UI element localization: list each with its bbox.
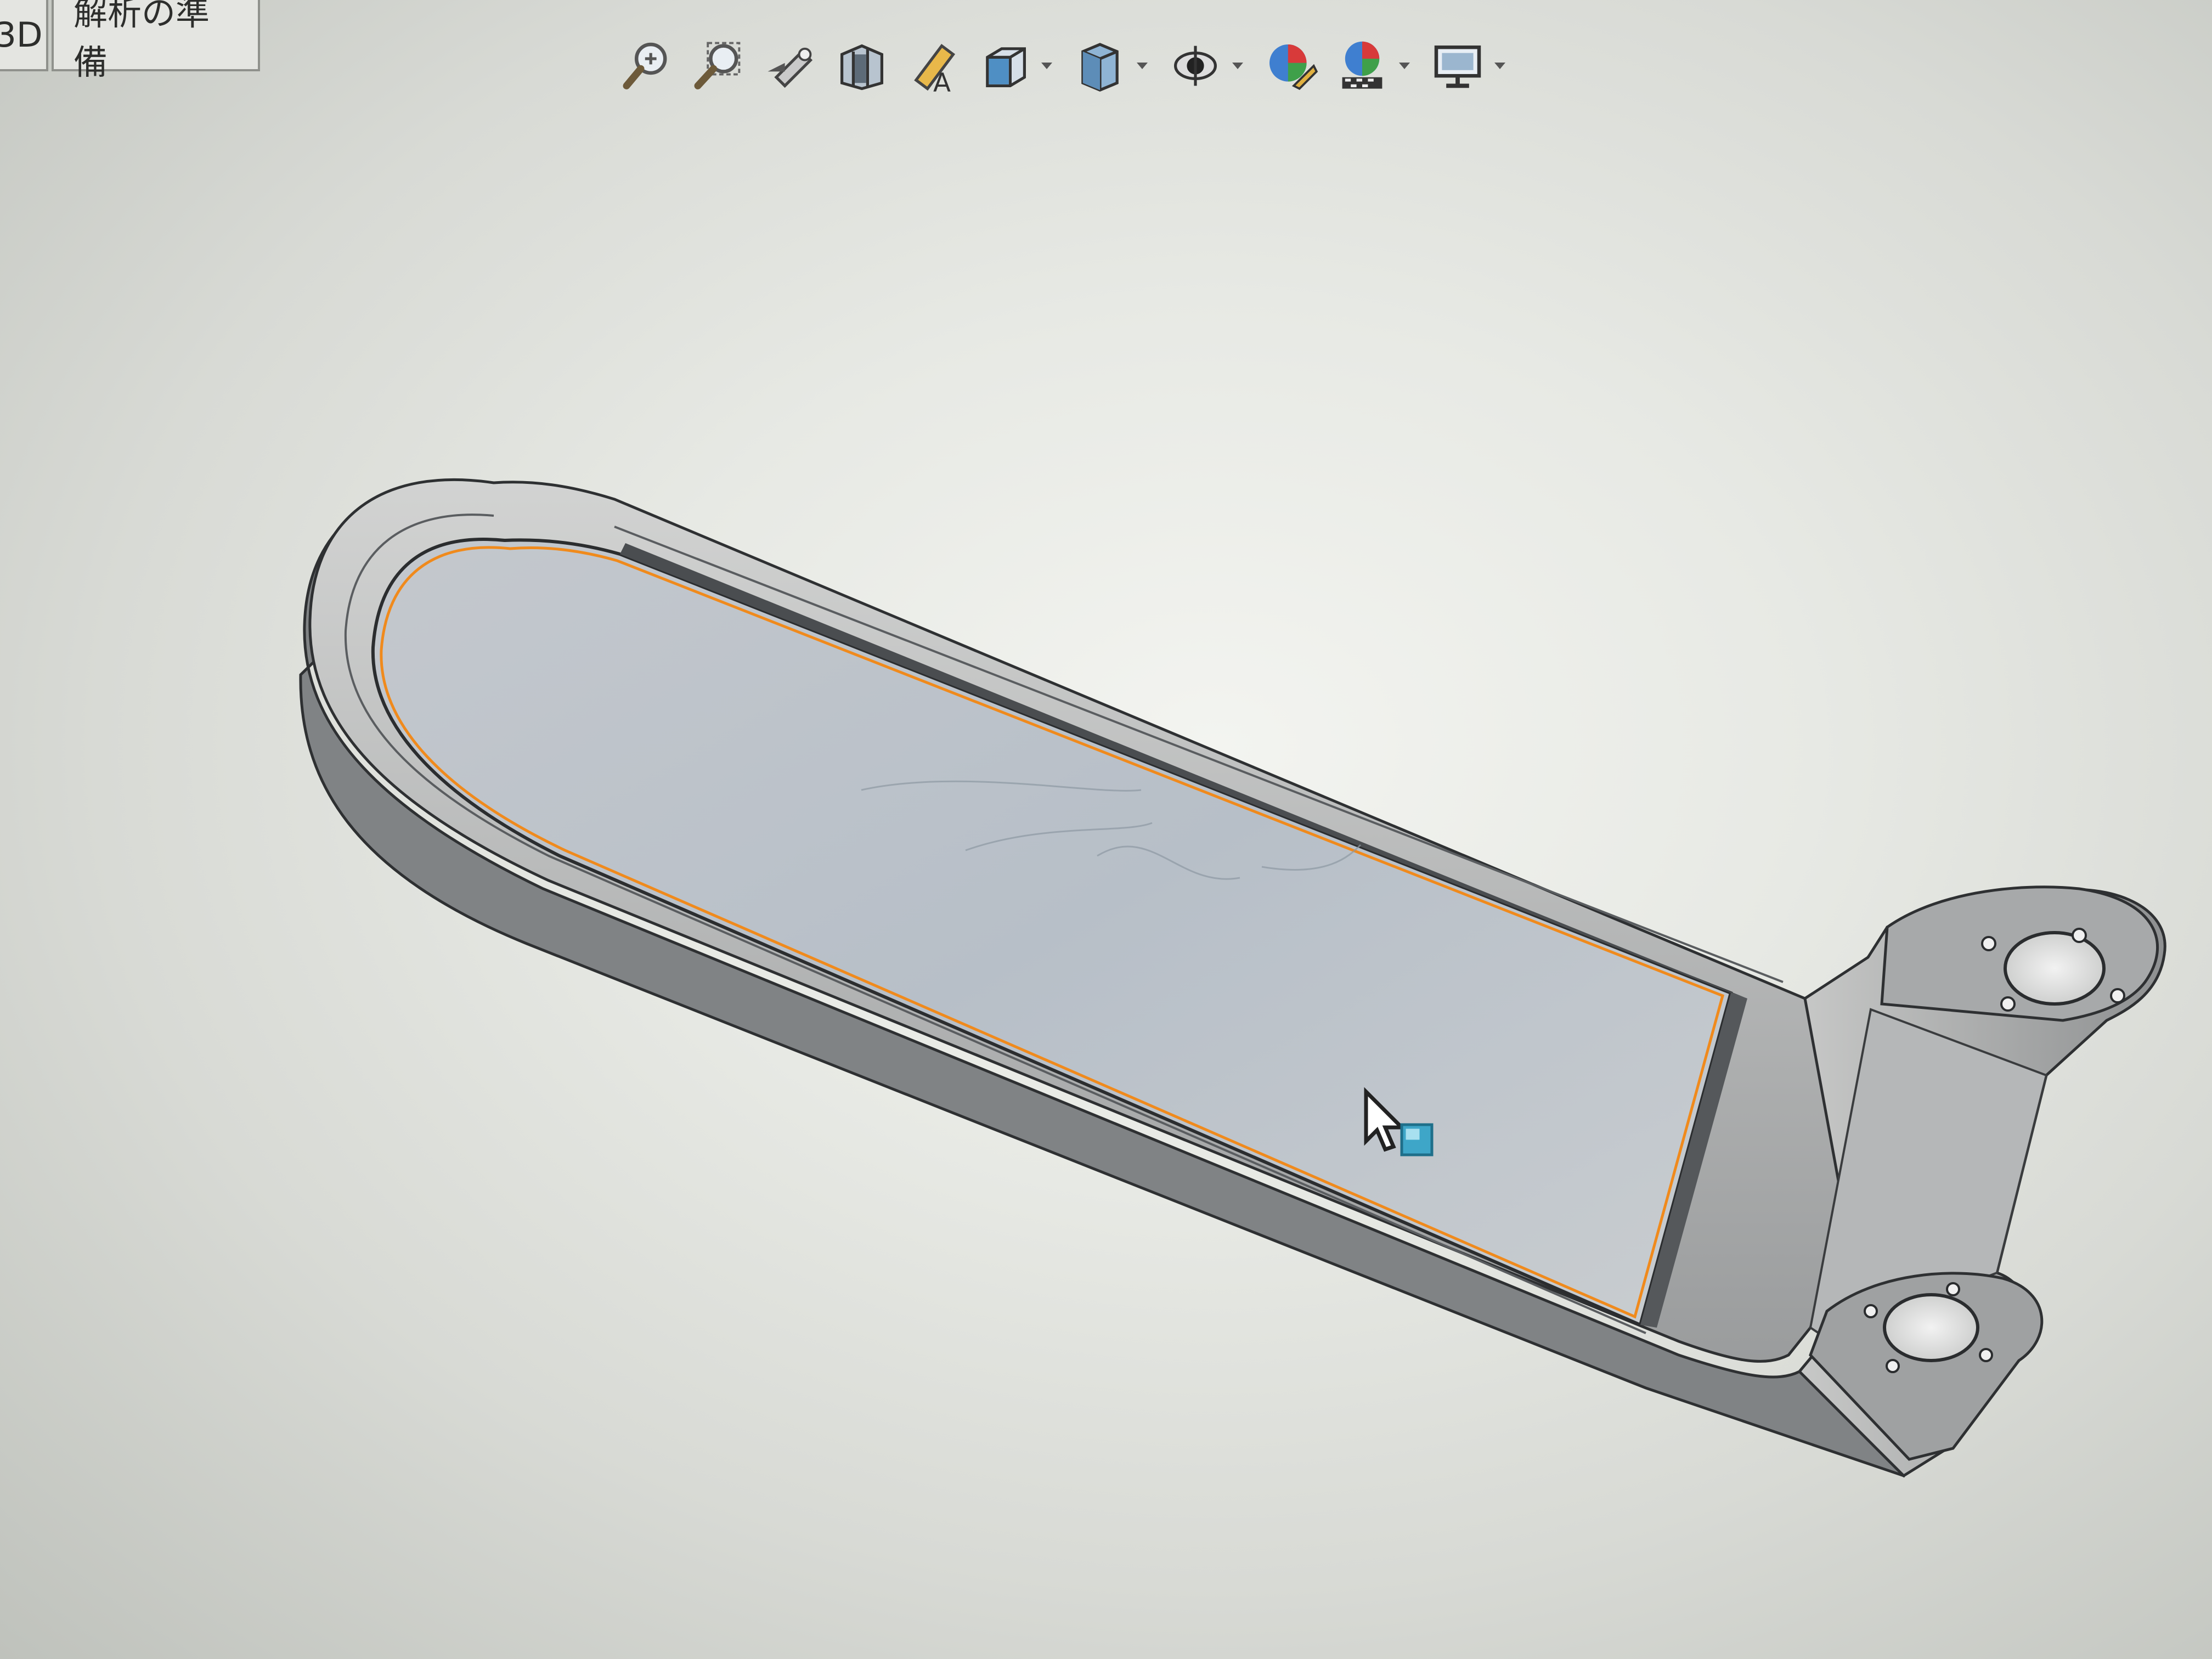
zoom-to-fit-button[interactable] — [617, 35, 679, 97]
zoom-to-area-icon — [694, 42, 741, 89]
view-orientation-dropdown[interactable] — [1037, 49, 1056, 82]
view-settings-icon — [1434, 45, 1481, 88]
edit-appearance-icon — [1269, 44, 1318, 90]
section-view-button[interactable] — [831, 35, 893, 97]
upper-bolt-hole-3 — [2110, 988, 2125, 1003]
chevron-down-icon — [1399, 63, 1410, 69]
lower-bolt-hole-3 — [1979, 1348, 1993, 1362]
display-style-button[interactable] — [1069, 35, 1131, 97]
edit-appearance-button[interactable] — [1260, 35, 1322, 97]
zoom-to-fit-icon — [623, 42, 667, 89]
apply-scene-button[interactable] — [1331, 35, 1393, 97]
chevron-down-icon — [1041, 63, 1052, 69]
display-style-dropdown[interactable] — [1133, 49, 1152, 82]
previous-view-icon — [768, 47, 813, 88]
display-style-icon — [1081, 43, 1119, 92]
part-model[interactable] — [0, 0, 2212, 1659]
hide-show-items-button[interactable] — [1165, 35, 1226, 97]
previous-view-button[interactable] — [760, 35, 821, 97]
lower-bolt-hole-1 — [1864, 1304, 1878, 1318]
chevron-down-icon — [1232, 63, 1243, 69]
section-view-icon — [840, 44, 883, 91]
heads-up-view-toolbar: A — [617, 25, 1513, 107]
lower-bolt-hole-4 — [1886, 1359, 1900, 1373]
tab-3d[interactable]: 3D — [0, 0, 48, 71]
lower-bore-hole — [1883, 1293, 1979, 1362]
face-select-cursor-icon — [1364, 1087, 1434, 1156]
upper-bolt-hole-2 — [2072, 928, 2087, 943]
view-orientation-button[interactable] — [974, 35, 1035, 97]
upper-bore-hole — [2004, 931, 2106, 1006]
command-manager-tabs: 3D 解析の準備 — [0, 0, 260, 82]
graphics-area[interactable] — [0, 0, 2212, 1659]
mouse-cursor — [1361, 1086, 1454, 1169]
view-orientation-icon — [986, 47, 1026, 87]
zoom-to-area-button[interactable] — [689, 35, 750, 97]
chevron-down-icon — [1137, 63, 1148, 69]
lower-bolt-hole-2 — [1946, 1282, 1960, 1296]
chevron-down-icon — [1494, 63, 1505, 69]
view-settings-dropdown[interactable] — [1491, 49, 1509, 82]
hide-show-items-icon — [1174, 46, 1217, 86]
svg-text:A: A — [933, 69, 951, 94]
hide-show-items-dropdown[interactable] — [1228, 49, 1247, 82]
apply-scene-dropdown[interactable] — [1395, 49, 1414, 82]
dynamic-annotation-views-button[interactable]: A — [902, 35, 964, 97]
apply-scene-icon — [1342, 41, 1383, 89]
dynamic-annotation-views-icon: A — [914, 43, 956, 94]
upper-bolt-hole-4 — [2000, 996, 2016, 1012]
upper-bolt-hole-1 — [1981, 936, 1996, 951]
tab-analysis-preparation[interactable]: 解析の準備 — [52, 0, 260, 82]
solidworks-window: 3D 解析の準備 A — [0, 0, 2212, 1659]
view-settings-button[interactable] — [1427, 35, 1488, 97]
